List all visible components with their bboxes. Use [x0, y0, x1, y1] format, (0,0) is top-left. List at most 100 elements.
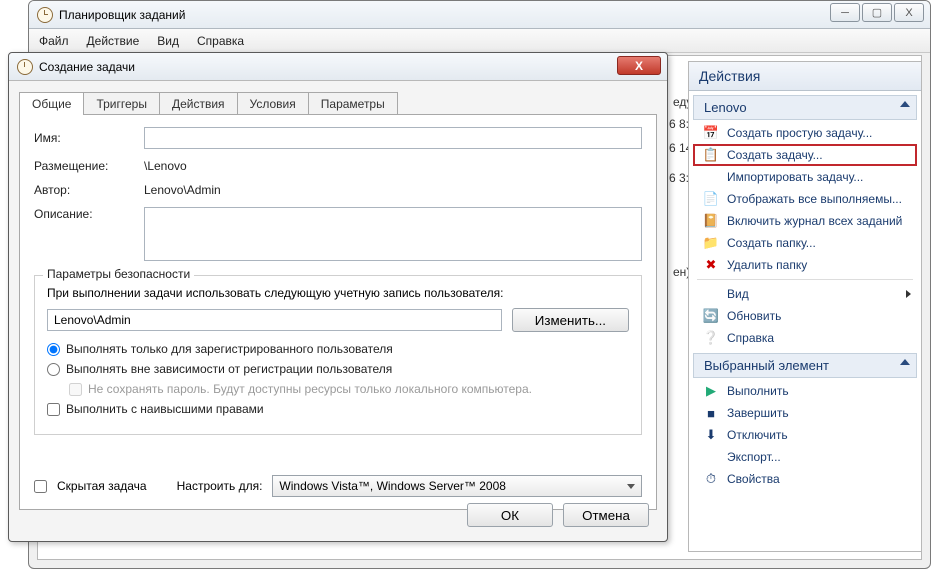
no-store-pwd-label: Не сохранять пароль. Будут доступны ресу…	[88, 382, 532, 396]
main-title: Планировщик заданий	[59, 8, 185, 22]
action-label: Отключить	[727, 428, 788, 442]
action-enable-history[interactable]: 📔Включить журнал всех заданий	[693, 210, 917, 232]
action-help[interactable]: ❔ Справка	[693, 327, 917, 349]
main-titlebar[interactable]: Планировщик заданий ─ ▢ X	[29, 1, 930, 29]
menubar: Файл Действие Вид Справка	[29, 29, 930, 53]
import-icon	[703, 169, 719, 185]
tab-actions[interactable]: Действия	[159, 92, 238, 115]
clock-icon	[37, 7, 53, 23]
action-disable[interactable]: ⬇ Отключить	[693, 424, 917, 446]
action-create-task[interactable]: 📋 Создать задачу...	[693, 144, 917, 166]
maximize-button[interactable]: ▢	[862, 3, 892, 22]
folder-icon: 📁	[703, 235, 719, 251]
radio-run-any-label: Выполнять вне зависимости от регистрации…	[66, 362, 392, 376]
action-refresh[interactable]: 🔄 Обновить	[693, 305, 917, 327]
action-label: Создать простую задачу...	[727, 126, 872, 140]
task-icon: 📋	[703, 147, 719, 163]
action-run[interactable]: ▶ Выполнить	[693, 380, 917, 402]
dialog-close-button[interactable]: X	[617, 56, 661, 75]
action-label: Создать папку...	[727, 236, 816, 250]
action-label: Экспорт...	[727, 450, 781, 464]
action-import-task[interactable]: Импортировать задачу...	[693, 166, 917, 188]
list-icon: 📄	[703, 191, 719, 207]
create-task-dialog: Создание задачи X Общие Триггеры Действи…	[8, 52, 668, 542]
action-label: Импортировать задачу...	[727, 170, 863, 184]
radio-run-logged[interactable]	[47, 343, 60, 356]
author-value: Lenovo\Admin	[144, 183, 221, 197]
tabstrip: Общие Триггеры Действия Условия Параметр…	[9, 81, 667, 114]
action-label: Создать задачу...	[727, 148, 823, 162]
action-label: Обновить	[727, 309, 781, 323]
action-label: Свойства	[727, 472, 780, 486]
action-properties[interactable]: ⏱Свойства	[693, 468, 917, 490]
action-end[interactable]: ■ Завершить	[693, 402, 917, 424]
security-legend: Параметры безопасности	[43, 267, 194, 281]
security-groupbox: Параметры безопасности При выполнении за…	[34, 275, 642, 435]
disable-icon: ⬇	[703, 427, 719, 443]
stop-icon: ■	[703, 405, 719, 421]
radio-run-logged-label: Выполнять только для зарегистрированного…	[66, 342, 393, 356]
calendar-icon: 📅	[703, 125, 719, 141]
delete-icon: ✖	[703, 257, 719, 273]
export-icon	[703, 449, 719, 465]
tab-triggers[interactable]: Триггеры	[83, 92, 160, 115]
action-create-basic-task[interactable]: 📅 Создать простую задачу...	[693, 122, 917, 144]
configure-for-label: Настроить для:	[177, 479, 263, 493]
refresh-icon: 🔄	[703, 308, 719, 324]
tab-settings[interactable]: Параметры	[308, 92, 398, 115]
checkbox-highest-priv[interactable]	[47, 403, 60, 416]
configure-for-value: Windows Vista™, Windows Server™ 2008	[279, 479, 506, 493]
actions-group-selected[interactable]: Выбранный элемент	[693, 353, 917, 378]
actions-group-lenovo[interactable]: Lenovo	[693, 95, 917, 120]
chevron-down-icon	[627, 484, 635, 489]
menu-view[interactable]: Вид	[157, 34, 179, 48]
help-icon: ❔	[703, 330, 719, 346]
description-label: Описание:	[34, 207, 144, 221]
collapse-icon	[900, 359, 910, 365]
cancel-button[interactable]: Отмена	[563, 503, 649, 527]
name-label: Имя:	[34, 131, 144, 145]
action-delete-folder[interactable]: ✖ Удалить папку	[693, 254, 917, 276]
blank-icon	[703, 286, 719, 302]
action-label: Справка	[727, 331, 774, 345]
menu-help[interactable]: Справка	[197, 34, 244, 48]
configure-for-combo[interactable]: Windows Vista™, Windows Server™ 2008	[272, 475, 642, 497]
radio-run-any[interactable]	[47, 363, 60, 376]
action-label: Выполнить	[727, 384, 789, 398]
checkbox-no-store-pwd	[69, 383, 82, 396]
menu-file[interactable]: Файл	[39, 34, 69, 48]
action-label: Включить журнал всех заданий	[727, 214, 902, 228]
clock-icon	[17, 59, 33, 75]
hidden-task-label: Скрытая задача	[57, 479, 147, 493]
tab-general[interactable]: Общие	[19, 92, 84, 115]
chevron-right-icon	[906, 290, 911, 298]
actions-group-label: Lenovo	[704, 100, 747, 115]
play-icon: ▶	[703, 383, 719, 399]
checkbox-hidden-task[interactable]	[34, 480, 47, 493]
ok-button[interactable]: ОК	[467, 503, 553, 527]
action-label: Удалить папку	[727, 258, 807, 272]
minimize-button[interactable]: ─	[830, 3, 860, 22]
change-user-button[interactable]: Изменить...	[512, 308, 629, 332]
actions-pane-title: Действия	[689, 62, 921, 91]
action-label: Завершить	[727, 406, 789, 420]
action-show-running[interactable]: 📄 Отображать все выполняемы...	[693, 188, 917, 210]
highest-priv-label: Выполнить с наивысшими правами	[66, 402, 264, 416]
name-input[interactable]	[144, 127, 642, 149]
close-button[interactable]: X	[894, 3, 924, 22]
tab-conditions[interactable]: Условия	[237, 92, 309, 115]
account-hint: При выполнении задачи использовать следу…	[47, 286, 629, 300]
separator	[697, 279, 913, 280]
description-input[interactable]	[144, 207, 642, 261]
location-value: \Lenovo	[144, 159, 187, 173]
action-view[interactable]: Вид	[693, 283, 917, 305]
dialog-titlebar[interactable]: Создание задачи X	[9, 53, 667, 81]
collapse-icon	[900, 101, 910, 107]
menu-action[interactable]: Действие	[87, 34, 140, 48]
dialog-title: Создание задачи	[39, 60, 135, 74]
action-export[interactable]: Экспорт...	[693, 446, 917, 468]
action-new-folder[interactable]: 📁 Создать папку...	[693, 232, 917, 254]
actions-pane: Действия Lenovo 📅 Создать простую задачу.…	[688, 61, 922, 552]
action-label: Отображать все выполняемы...	[727, 192, 902, 206]
author-label: Автор:	[34, 183, 144, 197]
